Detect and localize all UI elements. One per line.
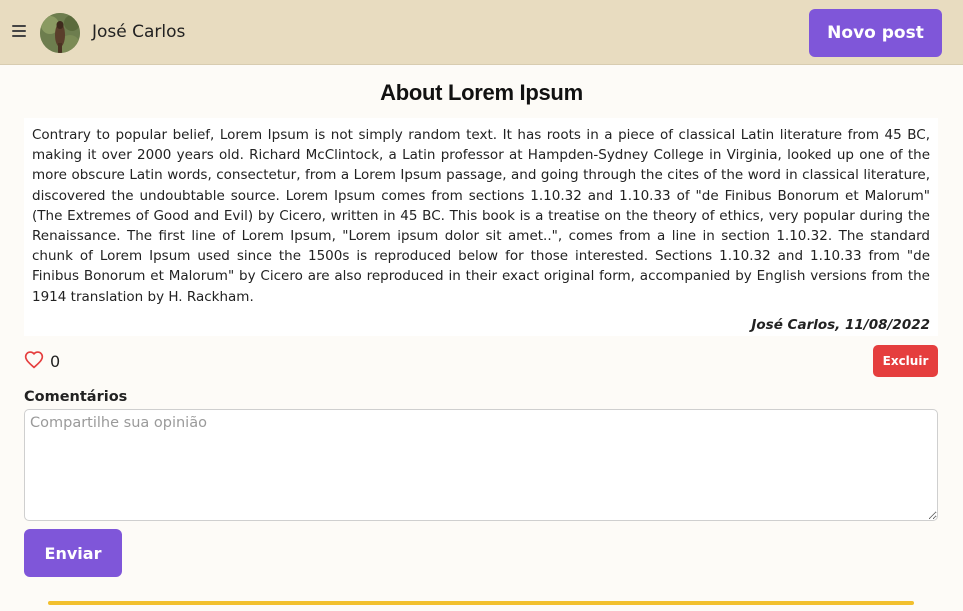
top-bar: José Carlos Novo post bbox=[0, 0, 963, 65]
like-button[interactable]: 0 bbox=[24, 350, 60, 373]
delete-button[interactable]: Excluir bbox=[873, 345, 938, 377]
divider bbox=[48, 601, 914, 605]
post-title: About Lorem Ipsum bbox=[380, 80, 583, 105]
comments-label: Comentários bbox=[24, 389, 128, 405]
comment-input[interactable] bbox=[24, 409, 938, 521]
post-body: Contrary to popular belief, Lorem Ipsum … bbox=[24, 118, 938, 336]
like-count: 0 bbox=[50, 352, 61, 371]
post-author-date: José Carlos, 11/08/2022 bbox=[751, 317, 930, 333]
hamburger-menu-icon[interactable] bbox=[12, 25, 26, 39]
heart-outline-icon[interactable] bbox=[24, 350, 44, 373]
new-post-button[interactable]: Novo post bbox=[809, 9, 942, 57]
user-name: José Carlos bbox=[92, 22, 186, 42]
submit-comment-button[interactable]: Enviar bbox=[24, 529, 122, 577]
avatar[interactable] bbox=[40, 13, 80, 53]
